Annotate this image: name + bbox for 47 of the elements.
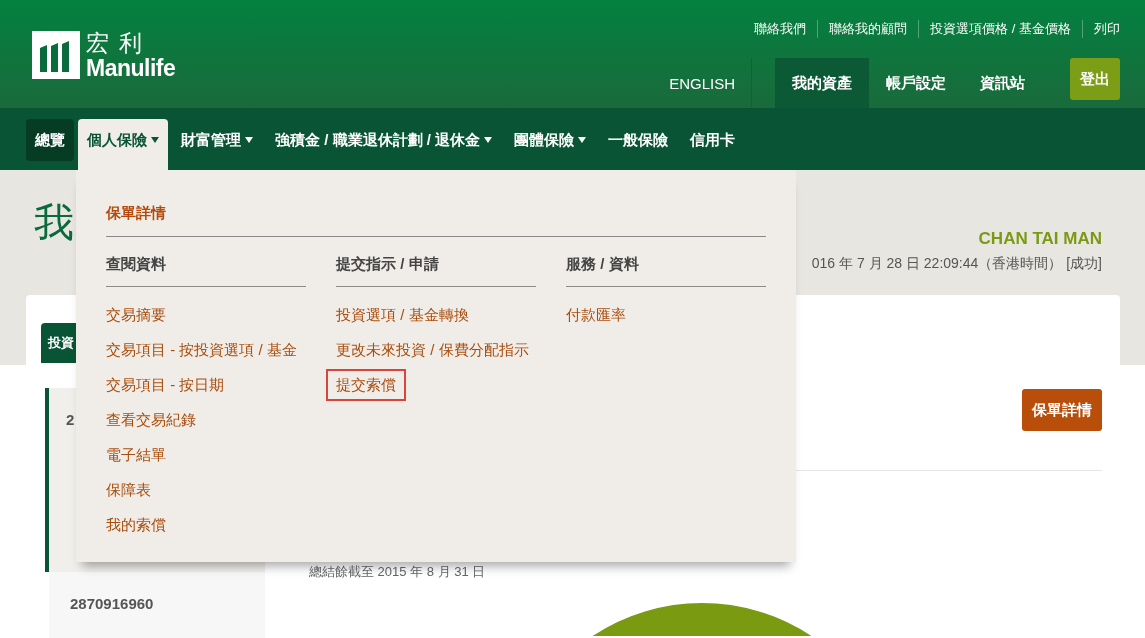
utility-link[interactable]: 聯絡我們 bbox=[754, 21, 807, 37]
menu-link[interactable]: 查看交易紀錄 bbox=[106, 409, 196, 431]
menu-link[interactable]: 電子結單 bbox=[106, 444, 166, 466]
last-login-text: 016 年 7 月 28 日 22:09:44（香港時間） [成功] bbox=[811, 254, 1102, 273]
caret-icon bbox=[484, 137, 492, 143]
menu-section-heading: 提交指示 / 申請 bbox=[336, 254, 439, 274]
nav-item[interactable]: 團體保險 bbox=[505, 119, 595, 161]
menu-link[interactable]: 交易項目 - 按日期 bbox=[106, 374, 225, 396]
nav-item[interactable]: 財富管理 bbox=[172, 119, 262, 161]
utility-link[interactable]: 列印 bbox=[1094, 21, 1120, 37]
header-tab[interactable]: 帳戶設定 bbox=[869, 58, 963, 108]
brand-name: Manulife bbox=[86, 56, 176, 80]
menu-link[interactable]: 我的索償 bbox=[106, 514, 166, 536]
menu-title: 保單詳情 bbox=[106, 203, 166, 223]
logo-icon bbox=[32, 31, 80, 79]
account-number: 2 bbox=[66, 410, 75, 430]
menu-link[interactable]: 提交索償 bbox=[326, 369, 406, 401]
brand-name-chinese: 宏 利 bbox=[86, 31, 144, 56]
user-name: CHAN TAI MAN bbox=[978, 228, 1102, 250]
nav-item[interactable]: 信用卡 bbox=[681, 119, 744, 161]
language-link[interactable]: ENGLISH bbox=[669, 58, 751, 108]
caret-icon bbox=[151, 137, 159, 143]
nav-item[interactable]: 個人保險 bbox=[78, 119, 168, 170]
menu-link[interactable]: 交易項目 - 按投資選項 / 基金 bbox=[106, 339, 297, 361]
logout-button[interactable]: 登出 bbox=[1070, 58, 1120, 100]
nav-item[interactable]: 一般保險 bbox=[599, 119, 677, 161]
account-item[interactable]: 2870916960 bbox=[49, 572, 265, 638]
nav-item[interactable]: 總覽 bbox=[26, 119, 74, 161]
balance-note: 總結餘截至 2015 年 8 月 31 日 bbox=[309, 563, 486, 581]
header-tab[interactable]: 資訊站 bbox=[963, 58, 1042, 108]
account-number: 2870916960 bbox=[70, 594, 154, 614]
menu-link[interactable]: 付款匯率 bbox=[566, 304, 626, 326]
menu-link[interactable]: 交易摘要 bbox=[106, 304, 166, 326]
caret-icon bbox=[578, 137, 586, 143]
policy-details-button[interactable]: 保單詳情 bbox=[1022, 389, 1102, 431]
menu-section-heading: 服務 / 資料 bbox=[566, 254, 639, 274]
page-title: 我 bbox=[34, 200, 74, 244]
caret-icon bbox=[245, 137, 253, 143]
content-tab[interactable]: 投資 bbox=[41, 323, 76, 363]
menu-link[interactable]: 保障表 bbox=[106, 479, 151, 501]
header-tab[interactable]: 我的資產 bbox=[775, 58, 869, 108]
menu-section-heading: 查閱資料 bbox=[106, 254, 166, 274]
menu-link[interactable]: 更改未來投資 / 保費分配指示 bbox=[336, 339, 529, 361]
menu-link[interactable]: 投資選項 / 基金轉換 bbox=[336, 304, 469, 326]
utility-link[interactable]: 投資選項價格 / 基金價格 bbox=[930, 21, 1071, 37]
utility-link[interactable]: 聯絡我的顧問 bbox=[829, 21, 908, 37]
nav-item[interactable]: 強積金 / 職業退休計劃 / 退休金 bbox=[266, 119, 501, 161]
